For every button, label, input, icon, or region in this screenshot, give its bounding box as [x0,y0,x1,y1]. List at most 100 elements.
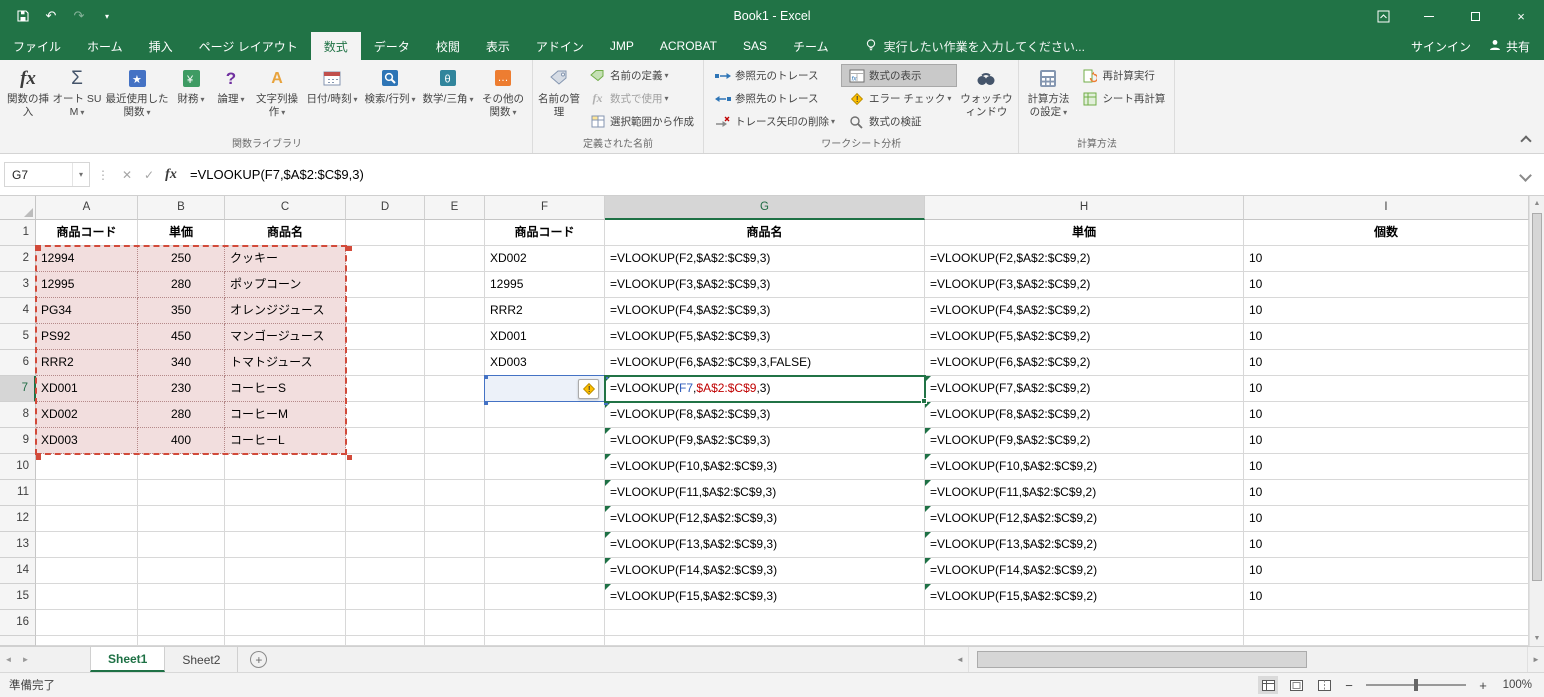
save-icon[interactable] [14,7,32,25]
show-formulas-button[interactable]: fx 数式の表示 [841,64,957,87]
cell-F4[interactable]: RRR2 [485,298,605,324]
tab-sas[interactable]: SAS [730,32,780,60]
row-header-16[interactable]: 16 [0,610,36,636]
cell-B16[interactable] [138,610,225,636]
cell-I2[interactable]: 10 [1244,246,1529,272]
cell-D17[interactable] [346,636,425,646]
column-header-G[interactable]: G [605,196,925,220]
row-header-14[interactable]: 14 [0,558,36,584]
cell-A9[interactable]: XD003 [36,428,138,454]
cell-H5[interactable]: =VLOOKUP(F5,$A$2:$C$9,2) [925,324,1244,350]
cell-G15[interactable]: =VLOOKUP(F15,$A$2:$C$9,3) [605,584,925,610]
new-sheet-button[interactable]: + [250,651,267,668]
cell-F15[interactable] [485,584,605,610]
cell-I3[interactable]: 10 [1244,272,1529,298]
row-header-17[interactable] [0,636,36,646]
cell-H4[interactable]: =VLOOKUP(F4,$A$2:$C$9,2) [925,298,1244,324]
horizontal-scroll-thumb[interactable] [977,651,1307,668]
zoom-in-icon[interactable]: + [1476,678,1490,693]
cell-D16[interactable] [346,610,425,636]
row-header-4[interactable]: 4 [0,298,36,324]
cell-C15[interactable] [225,584,346,610]
collapse-ribbon-icon[interactable] [1520,135,1531,146]
date-time-button[interactable]: 日付/時刻▾ [303,61,361,135]
cell-I4[interactable]: 10 [1244,298,1529,324]
zoom-level[interactable]: 100% [1498,679,1532,691]
column-header-B[interactable]: B [138,196,225,220]
row-header-12[interactable]: 12 [0,506,36,532]
cell-A2[interactable]: 12994 [36,246,138,272]
cell-F5[interactable]: XD001 [485,324,605,350]
row-header-2[interactable]: 2 [0,246,36,272]
cell-F11[interactable] [485,480,605,506]
cell-A10[interactable] [36,454,138,480]
cell-G13[interactable]: =VLOOKUP(F13,$A$2:$C$9,3) [605,532,925,558]
cell-C17[interactable] [225,636,346,646]
cell-B8[interactable]: 280 [138,402,225,428]
cell-B13[interactable] [138,532,225,558]
cell-I17[interactable] [1244,636,1529,646]
cell-A3[interactable]: 12995 [36,272,138,298]
use-in-formula-button[interactable]: fx 数式で使用 ▾ [582,87,700,110]
row-header-6[interactable]: 6 [0,350,36,376]
tab-data[interactable]: データ [361,32,423,60]
cell-A7[interactable]: XD001 [36,376,138,402]
tab-page-layout[interactable]: ページ レイアウト [186,32,311,60]
cell-D9[interactable] [346,428,425,454]
cell-G2[interactable]: =VLOOKUP(F2,$A$2:$C$9,3) [605,246,925,272]
cell-A12[interactable] [36,506,138,532]
undo-icon[interactable]: ↶ [42,7,60,25]
cell-A8[interactable]: XD002 [36,402,138,428]
cell-B7[interactable]: 230 [138,376,225,402]
column-header-C[interactable]: C [225,196,346,220]
cell-B5[interactable]: 450 [138,324,225,350]
cell-C11[interactable] [225,480,346,506]
cell-H10[interactable]: =VLOOKUP(F10,$A$2:$C$9,2) [925,454,1244,480]
cell-B14[interactable] [138,558,225,584]
cell-F16[interactable] [485,610,605,636]
cell-C16[interactable] [225,610,346,636]
cell-G10[interactable]: =VLOOKUP(F10,$A$2:$C$9,3) [605,454,925,480]
cell-F6[interactable]: XD003 [485,350,605,376]
cell-D7[interactable] [346,376,425,402]
cell-D14[interactable] [346,558,425,584]
name-box[interactable]: G7 ▾ [4,162,90,187]
enter-formula-icon[interactable]: ✓ [138,168,160,182]
cell-H9[interactable]: =VLOOKUP(F9,$A$2:$C$9,2) [925,428,1244,454]
name-box-dropdown-icon[interactable]: ▾ [72,163,89,186]
cell-F13[interactable] [485,532,605,558]
row-header-11[interactable]: 11 [0,480,36,506]
cell-A17[interactable] [36,636,138,646]
cell-G11[interactable]: =VLOOKUP(F11,$A$2:$C$9,3) [605,480,925,506]
cell-E12[interactable] [425,506,485,532]
sheet-nav-left-icon[interactable]: ◄ [0,647,17,672]
cell-F10[interactable] [485,454,605,480]
cell-A5[interactable]: PS92 [36,324,138,350]
cell-I11[interactable]: 10 [1244,480,1529,506]
cell-D6[interactable] [346,350,425,376]
cell-E6[interactable] [425,350,485,376]
cell-G17[interactable] [605,636,925,646]
cell-C2[interactable]: クッキー [225,246,346,272]
cell-H6[interactable]: =VLOOKUP(F6,$A$2:$C$9,2) [925,350,1244,376]
cell-D10[interactable] [346,454,425,480]
cell-I12[interactable]: 10 [1244,506,1529,532]
remove-arrows-button[interactable]: トレース矢印の削除 ▾ [707,110,841,133]
tab-team[interactable]: チーム [780,32,842,60]
cell-I5[interactable]: 10 [1244,324,1529,350]
cell-C3[interactable]: ポップコーン [225,272,346,298]
cell-E8[interactable] [425,402,485,428]
scroll-down-icon[interactable]: ▼ [1530,631,1544,646]
cell-C14[interactable] [225,558,346,584]
cell-C4[interactable]: オレンジジュース [225,298,346,324]
horizontal-scrollbar[interactable]: ◄ ► [952,647,1544,672]
cell-G5[interactable]: =VLOOKUP(F5,$A$2:$C$9,3) [605,324,925,350]
cell-C7[interactable]: コーヒーS [225,376,346,402]
vertical-scroll-thumb[interactable] [1532,213,1542,581]
sheet-tab-sheet2[interactable]: Sheet2 [165,647,238,672]
cell-G16[interactable] [605,610,925,636]
cell-I16[interactable] [1244,610,1529,636]
trace-precedents-button[interactable]: 参照元のトレース [707,64,841,87]
hscroll-left-icon[interactable]: ◄ [952,655,968,664]
cell-H15[interactable]: =VLOOKUP(F15,$A$2:$C$9,2) [925,584,1244,610]
